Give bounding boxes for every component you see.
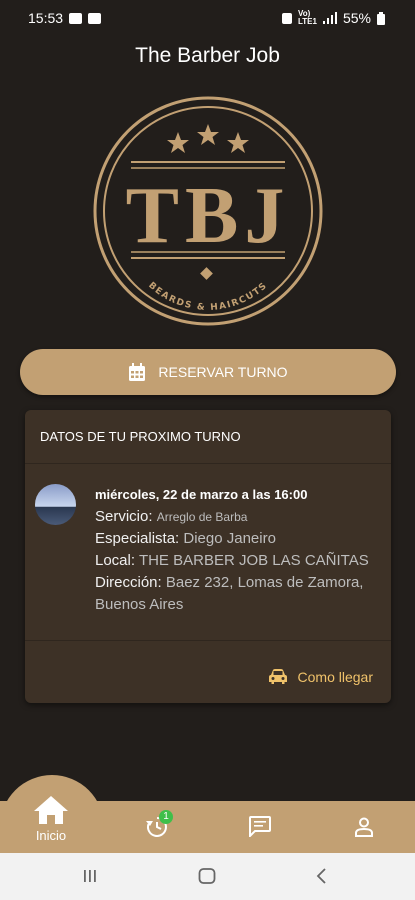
recent-apps-button[interactable] bbox=[82, 868, 98, 884]
alarm-icon bbox=[282, 12, 292, 24]
local-label: Local: bbox=[95, 552, 136, 569]
appointment-heading: DATOS DE TU PROXIMO TURNO bbox=[25, 410, 391, 464]
clock: 15:53 bbox=[28, 10, 64, 26]
nav-messages[interactable] bbox=[249, 816, 271, 837]
nav-home-label: Inicio bbox=[35, 828, 67, 843]
back-button[interactable] bbox=[315, 868, 329, 884]
nav-home[interactable]: Inicio bbox=[33, 795, 69, 843]
nav-history[interactable]: 1 bbox=[146, 810, 173, 838]
calendar-icon bbox=[129, 362, 146, 381]
specialist-label: Especialista: bbox=[95, 530, 180, 547]
tbj-logo: TBJ BEARDS & HAIRCUTS bbox=[93, 96, 323, 326]
address-label: Dirección: bbox=[95, 574, 162, 591]
service-value: Arreglo de Barba bbox=[156, 510, 248, 524]
person-icon bbox=[355, 817, 373, 837]
specialist-value: Diego Janeiro bbox=[183, 530, 276, 547]
directions-link[interactable]: Como llegar bbox=[268, 668, 373, 685]
home-system-button[interactable] bbox=[198, 868, 216, 884]
battery-icon bbox=[377, 11, 385, 25]
gallery-notification-icon bbox=[69, 12, 83, 24]
system-nav-bar bbox=[0, 853, 415, 900]
specialist-avatar bbox=[35, 484, 76, 525]
appointment-card: DATOS DE TU PROXIMO TURNO miércoles, 22 … bbox=[25, 410, 391, 703]
battery-percent: 55% bbox=[342, 10, 371, 26]
message-icon bbox=[249, 816, 271, 837]
diamond-icon bbox=[200, 267, 213, 280]
directions-label: Como llegar bbox=[297, 668, 373, 685]
svg-text:BEARDS & HAIRCUTS: BEARDS & HAIRCUTS bbox=[146, 281, 270, 313]
history-badge: 1 bbox=[159, 810, 173, 824]
home-icon bbox=[34, 796, 68, 824]
car-icon bbox=[268, 669, 287, 684]
nav-profile[interactable] bbox=[354, 817, 374, 837]
check-notification-icon bbox=[88, 12, 102, 24]
signal-icon bbox=[322, 12, 337, 24]
status-bar: 15:53 Vo) LTE1 55% bbox=[0, 0, 415, 36]
app-title: The Barber Job bbox=[135, 44, 280, 67]
star-icon bbox=[227, 132, 249, 153]
appointment-date: miércoles, 22 de marzo a las 16:00 bbox=[95, 487, 308, 502]
star-icon bbox=[197, 124, 219, 145]
logo-tagline: BEARDS & HAIRCUTS bbox=[146, 281, 268, 313]
logo-letters: TBJ bbox=[126, 172, 291, 260]
wifi-calling-icon: Vo) LTE1 bbox=[298, 9, 317, 26]
service-label: Servicio: bbox=[95, 508, 153, 525]
reserve-label: RESERVAR TURNO bbox=[158, 364, 288, 380]
reserve-button[interactable]: RESERVAR TURNO bbox=[20, 349, 396, 395]
star-icon bbox=[167, 132, 189, 153]
local-value: THE BARBER JOB LAS CAÑITAS bbox=[138, 552, 369, 569]
